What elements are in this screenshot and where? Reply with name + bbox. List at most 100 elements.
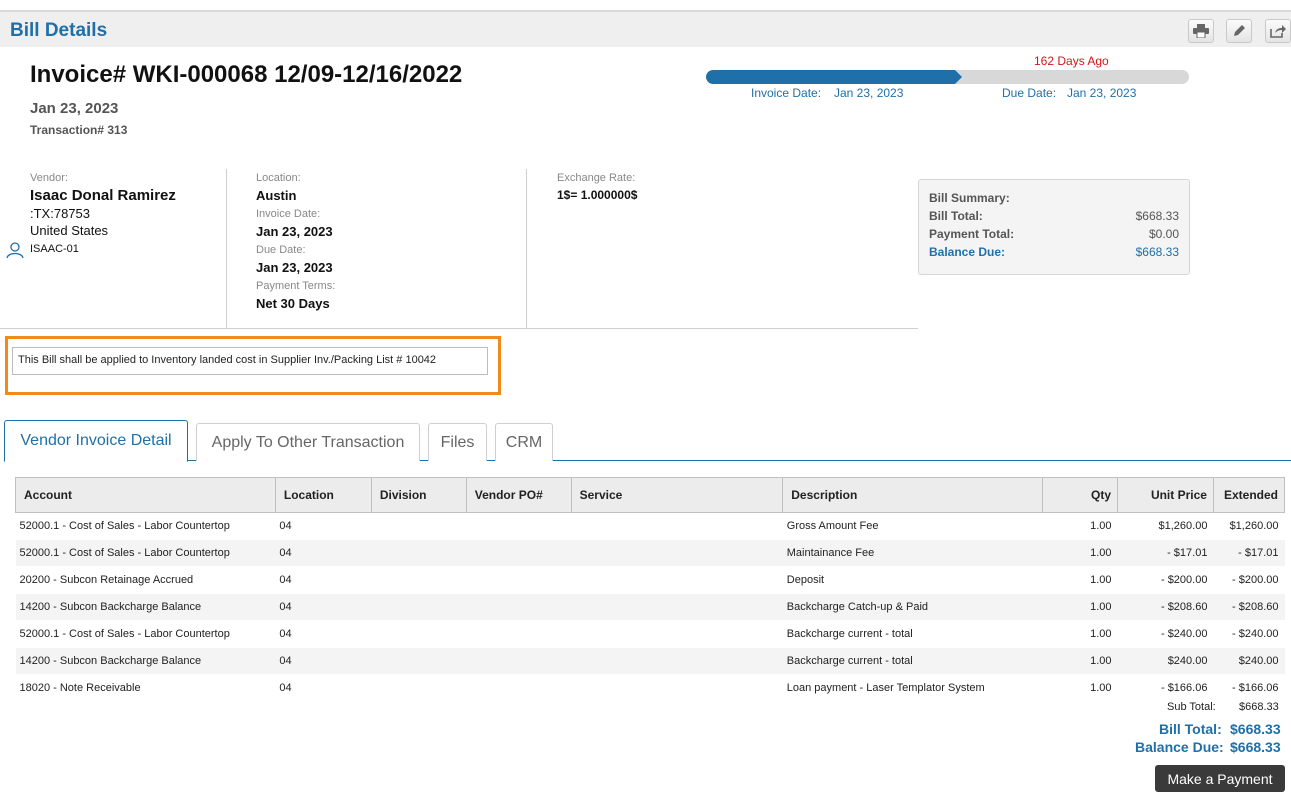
bill-summary-box: Bill Summary: Bill Total: $668.33 Paymen… — [918, 179, 1190, 275]
summary-payment-total-value: $0.00 — [1148, 227, 1179, 241]
col-header-vendor-po[interactable]: Vendor PO# — [465, 477, 572, 513]
cell-extended: - $200.00 — [1213, 566, 1285, 594]
cell-service — [571, 620, 783, 648]
table-row[interactable]: 20200 - Subcon Retainage Accrued 04 Deposi… — [15, 566, 1285, 594]
column-divider — [226, 169, 227, 328]
cell-unit-price: $1,260.00 — [1117, 512, 1214, 540]
col-header-division[interactable]: Division — [370, 477, 467, 513]
bill-note: This Bill shall be applied to Inventory … — [12, 347, 488, 375]
cell-unit-price: - $166.06 — [1117, 674, 1214, 702]
page-header: Bill Details — [0, 12, 1291, 47]
cell-qty: 1.00 — [1042, 620, 1118, 648]
col-header-extended[interactable]: Extended — [1212, 477, 1286, 513]
cell-unit-price: - $240.00 — [1117, 620, 1214, 648]
print-button[interactable] — [1188, 19, 1214, 43]
due-date-label: Due Date: — [256, 244, 306, 256]
cell-division — [371, 593, 467, 621]
cell-description: Deposit — [782, 566, 1043, 594]
col-header-account[interactable]: Account — [15, 477, 276, 513]
cell-unit-price: - $17.01 — [1117, 539, 1214, 567]
timeline-due-date-label: Due Date: — [1002, 86, 1057, 100]
cell-service — [571, 647, 783, 675]
cell-account: 52000.1 - Cost of Sales - Labor Countert… — [15, 620, 276, 648]
summary-payment-total-row: Payment Total: $0.00 — [929, 227, 1179, 241]
share-icon — [1270, 25, 1286, 38]
cell-vendor-po — [466, 674, 572, 702]
cell-unit-price: - $208.60 — [1117, 593, 1214, 621]
cell-division — [371, 539, 467, 567]
due-progress-bar — [706, 70, 1189, 84]
summary-balance-due-value: $668.33 — [1135, 245, 1179, 259]
cell-service — [571, 593, 783, 621]
user-icon — [6, 242, 24, 259]
cell-account: 14200 - Subcon Backcharge Balance — [15, 593, 276, 621]
summary-bill-total-value: $668.33 — [1135, 209, 1179, 223]
summary-bill-total-row: Bill Total: $668.33 — [929, 209, 1179, 223]
invoice-title: Invoice# WKI-000068 12/09-12/16/2022 — [30, 61, 463, 88]
page-title: Bill Details — [10, 20, 108, 41]
line-items-table: Account Location Division Vendor PO# Ser… — [15, 477, 1286, 702]
sub-total-value: $668.33 — [1239, 701, 1279, 713]
cell-description: Gross Amount Fee — [782, 512, 1043, 540]
table-row[interactable]: 14200 - Subcon Backcharge Balance 04 Backc… — [15, 593, 1285, 621]
table-row[interactable]: 52000.1 - Cost of Sales - Labor Countert… — [15, 620, 1285, 648]
summary-bill-total-label: Bill Total: — [929, 209, 983, 223]
timeline-invoice-date: Jan 23, 2023 — [834, 86, 904, 100]
cell-unit-price: - $200.00 — [1117, 566, 1214, 594]
cell-extended: - $208.60 — [1213, 593, 1285, 621]
invoice-date-value: Jan 23, 2023 — [256, 224, 333, 239]
section-divider — [0, 328, 918, 329]
cell-qty: 1.00 — [1042, 647, 1118, 675]
table-row[interactable]: 14200 - Subcon Backcharge Balance 04 Backc… — [15, 647, 1285, 675]
cell-extended: - $17.01 — [1213, 539, 1285, 567]
col-header-unit-price[interactable]: Unit Price — [1117, 477, 1214, 513]
cell-extended: - $240.00 — [1213, 620, 1285, 648]
share-button[interactable] — [1265, 19, 1291, 43]
cell-location: 04 — [275, 512, 372, 540]
cell-vendor-po — [466, 512, 572, 540]
payment-terms-label: Payment Terms: — [256, 280, 336, 292]
cell-division — [371, 512, 467, 540]
vendor-name[interactable]: Isaac Donal Ramirez — [30, 187, 176, 204]
payment-terms-value: Net 30 Days — [256, 296, 330, 311]
tab-crm[interactable]: CRM — [495, 423, 553, 461]
cell-extended: - $166.06 — [1213, 674, 1285, 702]
col-header-qty[interactable]: Qty — [1042, 477, 1119, 513]
edit-icon — [1234, 25, 1245, 36]
location-label: Location: — [256, 172, 301, 184]
cell-service — [571, 512, 783, 540]
cell-vendor-po — [466, 539, 572, 567]
tab-vendor-invoice-detail[interactable]: Vendor Invoice Detail — [4, 420, 188, 462]
col-header-service[interactable]: Service — [570, 477, 784, 513]
cell-division — [371, 620, 467, 648]
cell-unit-price: $240.00 — [1117, 647, 1214, 675]
cell-vendor-po — [466, 620, 572, 648]
cell-division — [371, 566, 467, 594]
cell-vendor-po — [466, 593, 572, 621]
table-row[interactable]: 18020 - Note Receivable 04 Loan payment - … — [15, 674, 1285, 702]
cell-description: Loan payment - Laser Templator System — [782, 674, 1043, 702]
tab-apply-to-other-transaction[interactable]: Apply To Other Transaction — [196, 423, 420, 461]
vendor-address: :TX:78753 — [30, 206, 90, 221]
cell-account: 18020 - Note Receivable — [15, 674, 276, 702]
make-payment-button[interactable]: Make a Payment — [1155, 765, 1285, 792]
cell-description: Backcharge current - total — [782, 647, 1043, 675]
tab-files[interactable]: Files — [428, 423, 487, 461]
edit-button[interactable] — [1226, 19, 1252, 43]
progress-fill — [706, 70, 955, 84]
invoice-date-label: Invoice Date: — [256, 208, 321, 220]
timeline-invoice-date-label: Invoice Date: — [751, 86, 822, 100]
bill-total-value: $668.33 — [1230, 721, 1281, 737]
table-row[interactable]: 52000.1 - Cost of Sales - Labor Countert… — [15, 539, 1285, 567]
col-header-location[interactable]: Location — [274, 477, 372, 513]
cell-account: 52000.1 - Cost of Sales - Labor Countert… — [15, 539, 276, 567]
col-header-description[interactable]: Description — [782, 477, 1044, 513]
timeline-due-date: Jan 23, 2023 — [1067, 86, 1137, 100]
vendor-country: United States — [30, 223, 109, 238]
table-row[interactable]: 52000.1 - Cost of Sales - Labor Countert… — [15, 512, 1285, 540]
exchange-rate-label: Exchange Rate: — [557, 172, 636, 184]
cell-service — [571, 566, 783, 594]
cell-vendor-po — [466, 647, 572, 675]
sub-total-label: Sub Total: — [1167, 701, 1216, 713]
vendor-code[interactable]: ISAAC-01 — [30, 243, 79, 255]
